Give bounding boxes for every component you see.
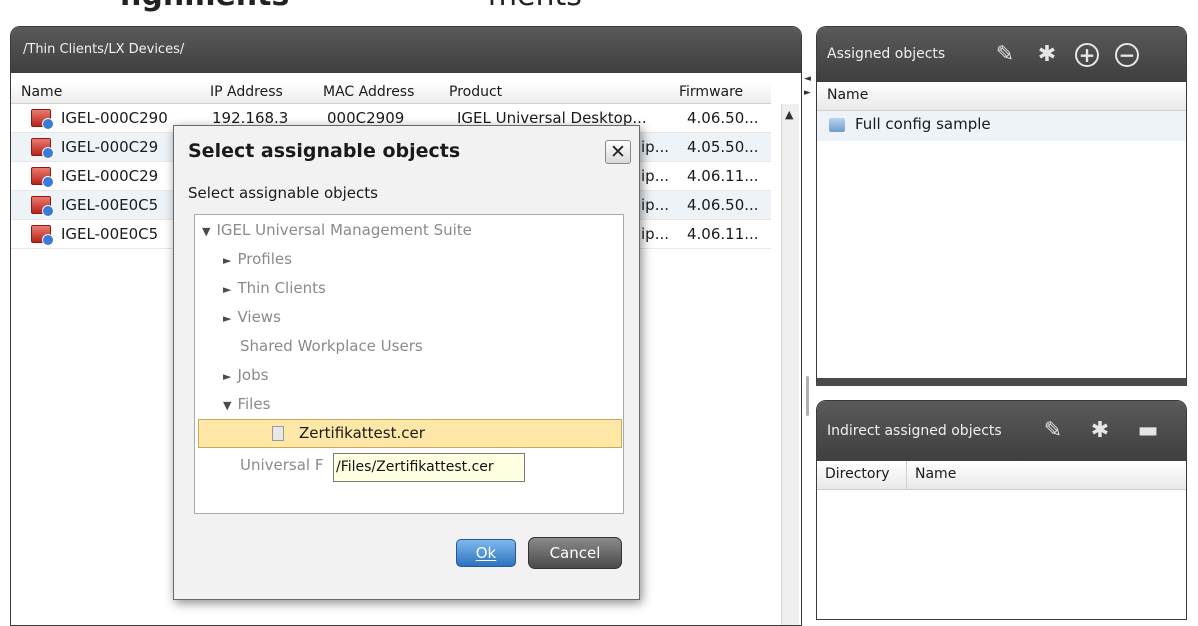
folder-icon[interactable]: ▬	[1135, 418, 1161, 444]
file-icon	[272, 426, 284, 441]
cancel-button[interactable]: Cancel	[528, 537, 622, 569]
collapsed-icon[interactable]: ►	[223, 370, 231, 383]
expanded-icon[interactable]: ▼	[202, 225, 210, 238]
remove-icon[interactable]: −	[1115, 43, 1139, 67]
ok-button-label: Ok	[475, 544, 497, 562]
thin-client-icon	[31, 225, 54, 246]
indirect-column-header: Directory Name	[817, 461, 1186, 490]
collapsed-icon[interactable]: ►	[223, 254, 231, 267]
list-item-label: Full config sample	[855, 115, 991, 133]
cell-name: IGEL-000C290	[61, 109, 168, 127]
tree-node-profiles[interactable]: ► Profiles	[223, 250, 292, 268]
thin-client-icon	[31, 167, 54, 188]
cell-product: ip...	[641, 225, 669, 243]
tree-node-selected-file[interactable]: Zertifikattest.cer	[198, 419, 622, 448]
cell-product: ip...	[641, 167, 669, 185]
expanded-icon[interactable]: ▼	[223, 399, 231, 412]
selected-file-label: Zertifikattest.cer	[299, 424, 425, 442]
cell-firmware: 4.05.50...	[687, 138, 759, 156]
column-header-product[interactable]: Product	[449, 84, 502, 100]
assigned-objects-panel: Assigned objects ✎ ✱ + − Name Full confi…	[816, 26, 1187, 386]
select-assignable-objects-dialog: Select assignable objects ✕ Select assig…	[173, 125, 640, 600]
cell-name: IGEL-000C29	[61, 138, 159, 156]
heading-fragment-1: ngnments	[120, 0, 289, 13]
heading-fragment-2: ments	[488, 0, 582, 13]
cell-product: ip...	[641, 196, 669, 214]
collapsed-icon[interactable]: ►	[223, 283, 231, 296]
assigned-objects-header: Assigned objects ✎ ✱ + −	[817, 27, 1186, 82]
collapse-right-icon[interactable]: ►	[804, 88, 811, 98]
thin-client-icon	[31, 196, 54, 217]
panel-splitter[interactable]: ◄ ►	[802, 26, 814, 615]
edit-icon[interactable]: ✎	[992, 42, 1018, 68]
column-header-name[interactable]: Name	[915, 466, 956, 482]
splitter-grip[interactable]	[806, 376, 809, 416]
close-icon[interactable]: ✕	[605, 140, 631, 164]
thin-client-icon	[31, 138, 54, 159]
collapsed-icon[interactable]: ►	[223, 312, 231, 325]
cell-name: IGEL-00E0C5	[61, 196, 159, 214]
thin-client-icon	[31, 109, 54, 130]
assigned-objects-title: Assigned objects	[827, 46, 946, 62]
cell-firmware: 4.06.11...	[687, 225, 759, 243]
file-path-tooltip: /Files/Zertifikattest.cer	[333, 453, 525, 482]
tree-node-files[interactable]: ▼ Files	[223, 395, 270, 413]
column-header-mac[interactable]: MAC Address	[323, 84, 414, 100]
column-header-directory[interactable]: Directory	[825, 466, 890, 482]
tree-node-universal[interactable]: Universal F	[240, 456, 324, 474]
tree-node-jobs[interactable]: ► Jobs	[223, 366, 268, 384]
indirect-assigned-panel: Indirect assigned objects ✎ ✱ ▬ Director…	[816, 400, 1187, 620]
assigned-column-header[interactable]: Name	[817, 82, 1186, 111]
tree-node-thin-clients[interactable]: ► Thin Clients	[223, 279, 326, 297]
collapse-left-icon[interactable]: ◄	[804, 74, 811, 84]
cell-name: IGEL-00E0C5	[61, 225, 159, 243]
indirect-assigned-title: Indirect assigned objects	[827, 423, 1002, 439]
column-header-name: Name	[827, 87, 869, 103]
column-header-firmware[interactable]: Firmware	[679, 84, 743, 100]
page-heading: ngnments ments	[120, 0, 582, 13]
dialog-title: Select assignable objects	[188, 140, 461, 162]
tree-node-views[interactable]: ► Views	[223, 308, 281, 326]
cell-name: IGEL-000C29	[61, 167, 159, 185]
cell-product: ip...	[641, 138, 669, 156]
edit-icon[interactable]: ✎	[1040, 418, 1066, 444]
table-header: Name IP Address MAC Address Product Firm…	[11, 82, 771, 104]
snowflake-icon[interactable]: ✱	[1034, 42, 1060, 68]
ok-button[interactable]: Ok	[456, 539, 516, 567]
add-icon[interactable]: +	[1075, 43, 1099, 67]
tree-node-root[interactable]: ▼ IGEL Universal Management Suite	[202, 221, 472, 239]
vertical-scrollbar[interactable]: ▲	[781, 104, 799, 625]
snowflake-icon[interactable]: ✱	[1087, 418, 1113, 444]
scroll-up-icon[interactable]: ▲	[785, 108, 793, 121]
column-header-ip[interactable]: IP Address	[210, 84, 283, 100]
cell-firmware: 4.06.11...	[687, 167, 759, 185]
cell-firmware: 4.06.50...	[687, 196, 759, 214]
cell-firmware: 4.06.50...	[687, 109, 759, 127]
directory-path: /Thin Clients/LX Devices/	[11, 27, 801, 73]
column-header-name[interactable]: Name	[21, 84, 62, 100]
tree-node-shared-workplace-users[interactable]: Shared Workplace Users	[240, 337, 423, 355]
profile-icon	[829, 118, 845, 132]
object-tree[interactable]: ▼ IGEL Universal Management Suite ► Profil…	[194, 214, 624, 514]
list-item[interactable]: Full config sample	[817, 111, 1186, 141]
indirect-assigned-header: Indirect assigned objects ✎ ✱ ▬	[817, 401, 1186, 461]
dialog-subtitle: Select assignable objects	[188, 184, 378, 202]
